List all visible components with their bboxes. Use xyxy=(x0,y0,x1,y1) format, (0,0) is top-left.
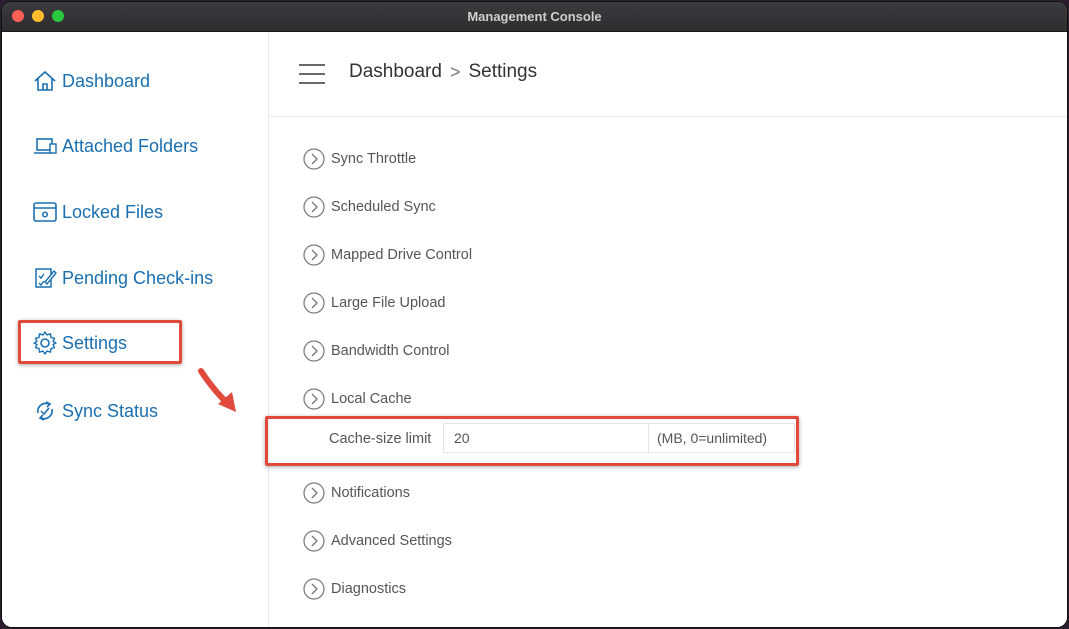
sidebar-item-dashboard[interactable]: Dashboard xyxy=(32,66,150,96)
section-label: Mapped Drive Control xyxy=(331,247,473,263)
locked-file-icon xyxy=(33,202,57,222)
chevron-right-icon xyxy=(303,530,325,552)
menu-icon[interactable] xyxy=(299,64,325,86)
chevron-right-icon xyxy=(303,244,325,266)
chevron-right-icon xyxy=(303,148,325,170)
sidebar-item-label: Pending Check-ins xyxy=(62,267,214,288)
annotation-arrow-icon xyxy=(198,368,236,412)
header: Dashboard > Settings xyxy=(269,32,1067,117)
chevron-right-icon xyxy=(303,340,325,362)
checklist-icon xyxy=(35,268,57,288)
chevron-right-icon xyxy=(303,292,325,314)
breadcrumb-dashboard[interactable]: Dashboard xyxy=(349,61,442,83)
section-mapped-drive-control[interactable]: Mapped Drive Control xyxy=(303,242,472,268)
app-window: Management Console Dashboard Attached Fo… xyxy=(2,2,1067,627)
main-content: Dashboard > Settings Sync Throttle Sched… xyxy=(265,32,1067,627)
section-large-file-upload[interactable]: Large File Upload xyxy=(303,290,445,316)
section-diagnostics[interactable]: Diagnostics xyxy=(303,576,406,602)
section-local-cache[interactable]: Local Cache xyxy=(303,386,412,412)
section-label: Large File Upload xyxy=(331,295,446,311)
section-notifications[interactable]: Notifications xyxy=(303,480,410,506)
section-label: Local Cache xyxy=(331,391,412,407)
sidebar-item-sync-status[interactable]: Sync Status xyxy=(32,396,158,426)
sidebar-item-label: Dashboard xyxy=(62,70,151,91)
window-title: Management Console xyxy=(467,9,602,24)
laptop-icon xyxy=(34,138,57,154)
section-label: Bandwidth Control xyxy=(331,343,450,359)
settings-highlight-annotation xyxy=(18,320,182,364)
section-label: Notifications xyxy=(331,485,410,501)
cache-highlight-annotation xyxy=(265,416,799,466)
section-label: Sync Throttle xyxy=(331,151,417,167)
breadcrumb-separator: > xyxy=(449,61,461,82)
section-label: Scheduled Sync xyxy=(331,199,436,215)
chevron-right-icon xyxy=(303,388,325,410)
sync-icon xyxy=(37,401,53,421)
breadcrumb-settings: Settings xyxy=(468,61,538,82)
chevron-right-icon xyxy=(303,196,325,218)
section-label: Advanced Settings xyxy=(331,533,452,549)
section-label: Diagnostics xyxy=(331,581,406,597)
sidebar-item-locked-files[interactable]: Locked Files xyxy=(32,197,163,227)
sidebar-item-label: Locked Files xyxy=(62,201,164,222)
sidebar-item-pending-check-ins[interactable]: Pending Check-ins xyxy=(32,263,213,293)
chevron-right-icon xyxy=(303,578,325,600)
title-bar: Management Console xyxy=(2,2,1067,32)
section-scheduled-sync[interactable]: Scheduled Sync xyxy=(303,194,436,220)
section-bandwidth-control[interactable]: Bandwidth Control xyxy=(303,338,450,364)
sidebar-item-label: Sync Status xyxy=(62,400,159,421)
sidebar-item-label: Attached Folders xyxy=(62,135,199,156)
sidebar-item-attached-folders[interactable]: Attached Folders xyxy=(32,131,198,161)
sidebar: Dashboard Attached Folders Locked Files xyxy=(2,32,269,627)
home-icon xyxy=(34,70,56,91)
chevron-right-icon xyxy=(303,482,325,504)
section-advanced-settings[interactable]: Advanced Settings xyxy=(303,528,452,554)
breadcrumb: Dashboard > Settings xyxy=(349,61,537,83)
section-sync-throttle[interactable]: Sync Throttle xyxy=(303,146,416,172)
